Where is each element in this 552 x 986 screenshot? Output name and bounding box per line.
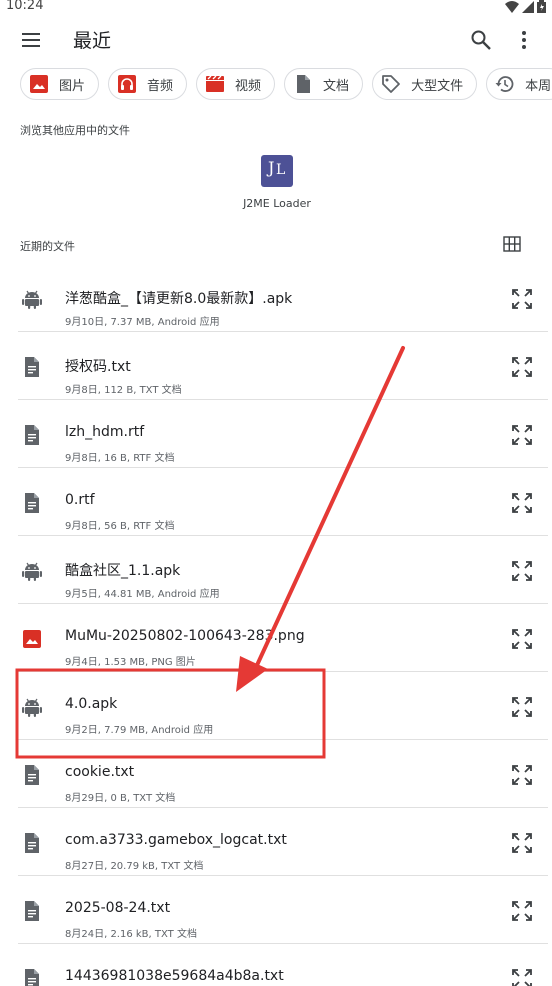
file-row[interactable]: cookie.txt 8月29日, 0 B, TXT 文档 [0,740,552,808]
page-title: 最近 [73,30,112,52]
expand-icon[interactable] [511,356,533,378]
chip-label: 图片 [59,78,86,94]
chip-label: 文档 [323,78,350,94]
expand-icon[interactable] [511,968,533,986]
file-name: cookie.txt [65,764,135,780]
file-meta: 9月8日, 112 B, TXT 文档 [65,385,182,396]
file-name: MuMu-20250802-100643-283.png [65,628,305,644]
file-row[interactable]: 0.rtf 9月8日, 56 B, RTF 文档 [0,468,552,536]
chip-large-files[interactable]: 大型文件 [372,68,478,100]
label-icon [382,75,400,93]
file-row[interactable]: MuMu-20250802-100643-283.png 9月4日, 1.53 M… [0,604,552,672]
chip-images[interactable]: 图片 [20,68,100,100]
document-icon [25,765,39,785]
menu-icon[interactable] [20,30,42,50]
logo-glyph-l: L [276,162,286,178]
expand-icon[interactable] [511,900,533,922]
document-icon [25,901,39,921]
file-meta: 9月8日, 56 B, RTF 文档 [65,521,175,532]
history-icon [495,76,514,92]
file-meta: 8月29日, 0 B, TXT 文档 [65,793,176,804]
file-name: 洋葱酷盒_【请更新8.0最新款】.apk [65,291,293,307]
document-icon [25,357,39,377]
file-row[interactable]: 酷盒社区_1.1.apk 9月5日, 44.81 MB, Android 应用 [0,536,552,604]
chip-documents[interactable]: 文档 [284,68,364,100]
headphones-icon [118,75,137,93]
file-name: 2025-08-24.txt [65,900,171,916]
grid-view-icon[interactable] [503,236,521,252]
status-icons [505,0,546,13]
image-icon [23,630,41,648]
search-icon[interactable] [470,29,492,51]
file-meta: 8月24日, 2.16 kB, TXT 文档 [65,929,197,940]
expand-icon[interactable] [511,288,533,310]
file-meta: 9月10日, 7.37 MB, Android 应用 [65,317,220,328]
signal-icon [522,0,534,13]
file-name: lzh_hdm.rtf [65,424,145,440]
android-icon [22,698,42,717]
app-bar: 最近 [0,16,552,64]
wifi-icon [505,0,519,13]
j2me-loader-logo-icon: J L [261,155,293,187]
expand-icon[interactable] [511,628,533,650]
recent-file-list: 洋葱酷盒_【请更新8.0最新款】.apk 9月10日, 7.37 MB, Andr… [0,264,552,986]
chip-audio[interactable]: 音频 [108,68,188,100]
status-time: 10:24 [6,0,44,13]
video-icon [206,75,225,92]
file-row[interactable]: com.a3733.gamebox_logcat.txt 8月27日, 20.79… [0,808,552,876]
file-meta: 9月4日, 1.53 MB, PNG 图片 [65,657,196,668]
document-icon [25,969,39,986]
expand-icon[interactable] [511,764,533,786]
app-name: J2ME Loader [243,197,311,210]
document-icon [25,425,39,445]
more-vert-icon[interactable] [514,29,534,51]
file-row[interactable]: lzh_hdm.rtf 9月8日, 16 B, RTF 文档 [0,400,552,468]
status-bar: 10:24 [0,0,552,16]
battery-icon [537,0,546,13]
file-meta: 9月8日, 16 B, RTF 文档 [65,453,175,464]
expand-icon[interactable] [511,492,533,514]
file-row[interactable]: 授权码.txt 9月8日, 112 B, TXT 文档 [0,332,552,400]
file-row[interactable]: 洋葱酷盒_【请更新8.0最新款】.apk 9月10日, 7.37 MB, Andr… [0,264,552,332]
expand-icon[interactable] [511,696,533,718]
expand-icon[interactable] [511,424,533,446]
file-meta: 9月2日, 7.79 MB, Android 应用 [65,725,214,736]
file-meta: 9月5日, 44.81 MB, Android 应用 [65,589,220,600]
file-row[interactable]: 2025-08-24.txt 8月24日, 2.16 kB, TXT 文档 [0,876,552,944]
file-name: 14436981038e59684a4b8a.txt [65,968,284,984]
expand-icon[interactable] [511,560,533,582]
chip-label: 视频 [235,78,262,94]
file-row[interactable]: 4.0.apk 9月2日, 7.79 MB, Android 应用 [0,672,552,740]
image-icon [30,75,48,93]
app-j2me-loader[interactable]: J L J2ME Loader [236,152,318,210]
logo-glyph-j: J [268,158,275,177]
chip-this-week[interactable]: 本周 [486,68,552,100]
chip-label: 本周 [525,78,552,94]
expand-icon[interactable] [511,832,533,854]
file-name: 酷盒社区_1.1.apk [65,563,181,579]
android-icon [22,290,42,309]
document-icon [25,833,39,853]
chip-label: 大型文件 [411,78,464,94]
document-icon [297,75,311,93]
other-apps-label: 浏览其他应用中的文件 [20,124,130,137]
document-icon [25,493,39,513]
recent-files-label: 近期的文件 [20,240,75,253]
file-name: com.a3733.gamebox_logcat.txt [65,832,287,848]
chip-label: 音频 [147,78,174,94]
filter-chips: 图片 音频 视频 文档 大型文件 本周 [20,68,552,100]
file-meta: 8月27日, 20.79 kB, TXT 文档 [65,861,204,872]
file-name: 0.rtf [65,492,95,508]
file-name: 授权码.txt [65,359,131,375]
file-row[interactable]: 14436981038e59684a4b8a.txt [0,944,552,986]
chip-video[interactable]: 视频 [196,68,276,100]
android-icon [22,562,42,581]
file-name: 4.0.apk [65,696,118,712]
